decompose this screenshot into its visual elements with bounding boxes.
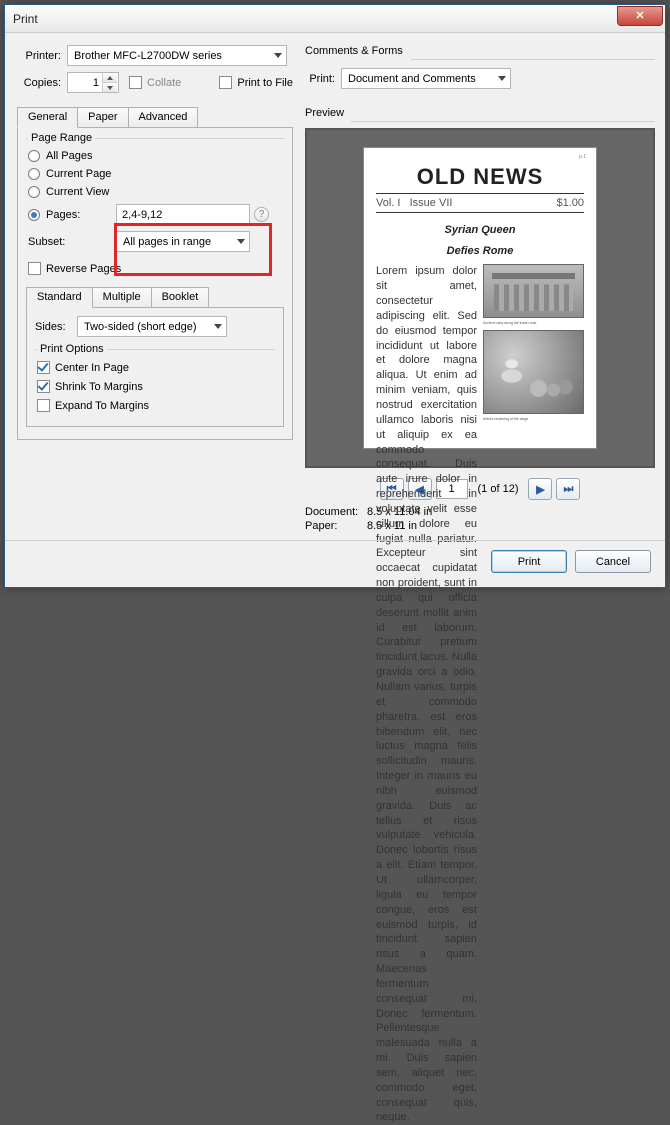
subset-select[interactable]: All pages in range bbox=[116, 231, 250, 252]
chevron-down-icon bbox=[498, 76, 506, 81]
preview-image-ruins bbox=[483, 264, 584, 318]
comments-forms-legend: Comments & Forms bbox=[305, 45, 655, 57]
cancel-button[interactable]: Cancel bbox=[575, 550, 651, 573]
center-in-page-checkbox[interactable]: Center In Page bbox=[37, 361, 129, 374]
printer-select-value: Brother MFC-L2700DW series bbox=[74, 50, 222, 62]
page-range-group: Page Range All Pages Current Page Curren… bbox=[26, 132, 284, 258]
radio-current-page[interactable]: Current Page bbox=[28, 168, 111, 180]
chevron-down-icon bbox=[237, 239, 245, 244]
radio-icon bbox=[28, 186, 40, 198]
collate-checkbox[interactable]: Collate bbox=[129, 76, 181, 89]
collate-label: Collate bbox=[147, 77, 181, 89]
reverse-pages-label: Reverse Pages bbox=[46, 263, 121, 275]
copies-up-button[interactable] bbox=[103, 73, 117, 83]
chevron-down-icon bbox=[107, 86, 113, 90]
checkbox-icon bbox=[28, 262, 41, 275]
print-to-file-checkbox[interactable]: Print to File bbox=[219, 76, 293, 89]
printer-select[interactable]: Brother MFC-L2700DW series bbox=[67, 45, 287, 66]
preview-area: p.1 OLD NEWS Vol. I Issue VII$1.00 Syria… bbox=[305, 128, 655, 468]
chevron-down-icon bbox=[214, 324, 222, 329]
tab-paper[interactable]: Paper bbox=[77, 107, 128, 127]
tab-multiple[interactable]: Multiple bbox=[92, 287, 152, 307]
sides-value: Two-sided (short edge) bbox=[84, 321, 197, 333]
subset-value: All pages in range bbox=[123, 236, 211, 248]
layout-tabs: Standard Multiple Booklet bbox=[26, 287, 284, 307]
radio-pages[interactable]: Pages: bbox=[28, 209, 116, 221]
reverse-pages-checkbox[interactable]: Reverse Pages bbox=[28, 262, 121, 275]
page-range-legend: Page Range bbox=[28, 132, 95, 144]
comments-print-select[interactable]: Document and Comments bbox=[341, 68, 511, 89]
preview-legend: Preview bbox=[305, 107, 655, 119]
preview-image-battle bbox=[483, 330, 584, 414]
tab-general[interactable]: General bbox=[17, 107, 78, 128]
radio-icon bbox=[28, 209, 40, 221]
print-dialog: Print ✕ Printer: Brother MFC-L2700DW ser… bbox=[4, 4, 666, 588]
checkbox-icon bbox=[219, 76, 232, 89]
preview-headline: Syrian Queen Defies Rome bbox=[376, 217, 584, 258]
window-title: Print bbox=[13, 12, 617, 26]
chevron-up-icon bbox=[107, 76, 113, 80]
printer-label: Printer: bbox=[17, 50, 61, 62]
copies-input[interactable] bbox=[68, 73, 102, 92]
standard-panel: Sides: Two-sided (short edge) Print Opti… bbox=[26, 307, 284, 427]
preview-page-number: p.1 bbox=[579, 154, 586, 160]
titlebar: Print ✕ bbox=[5, 5, 665, 33]
tab-booklet[interactable]: Booklet bbox=[151, 287, 210, 307]
tab-standard[interactable]: Standard bbox=[26, 287, 93, 308]
checkbox-icon bbox=[37, 380, 50, 393]
print-options-legend: Print Options bbox=[37, 343, 107, 355]
print-button[interactable]: Print bbox=[491, 550, 567, 573]
paper-size-label: Paper: bbox=[305, 520, 367, 532]
comments-print-label: Print: bbox=[305, 73, 335, 85]
close-button[interactable]: ✕ bbox=[617, 6, 663, 26]
copies-down-button[interactable] bbox=[103, 83, 117, 92]
help-icon[interactable]: ? bbox=[254, 207, 269, 222]
checkbox-icon bbox=[37, 399, 50, 412]
main-tabs: General Paper Advanced bbox=[17, 107, 293, 127]
copies-spinner[interactable] bbox=[67, 72, 119, 93]
general-panel: Page Range All Pages Current Page Curren… bbox=[17, 127, 293, 440]
tab-advanced[interactable]: Advanced bbox=[128, 107, 199, 127]
shrink-to-margins-checkbox[interactable]: Shrink To Margins bbox=[37, 380, 143, 393]
sides-label: Sides: bbox=[35, 321, 71, 333]
checkbox-icon bbox=[129, 76, 142, 89]
subset-label: Subset: bbox=[28, 236, 116, 248]
sides-select[interactable]: Two-sided (short edge) bbox=[77, 316, 227, 337]
radio-icon bbox=[28, 168, 40, 180]
radio-current-view[interactable]: Current View bbox=[28, 186, 109, 198]
radio-all-pages[interactable]: All Pages bbox=[28, 150, 92, 162]
copies-label: Copies: bbox=[17, 77, 61, 89]
checkbox-icon bbox=[37, 361, 50, 374]
radio-icon bbox=[28, 150, 40, 162]
expand-to-margins-checkbox[interactable]: Expand To Margins bbox=[37, 399, 149, 412]
preview-masthead: OLD NEWS bbox=[376, 164, 584, 190]
close-icon: ✕ bbox=[635, 10, 644, 22]
preview-page: p.1 OLD NEWS Vol. I Issue VII$1.00 Syria… bbox=[364, 148, 596, 448]
chevron-down-icon bbox=[274, 53, 282, 58]
comments-print-value: Document and Comments bbox=[348, 73, 476, 85]
pages-input[interactable] bbox=[116, 204, 250, 225]
print-options-group: Print Options Center In Page Shrink To M… bbox=[35, 343, 275, 414]
doc-size-label: Document: bbox=[305, 506, 367, 518]
print-to-file-label: Print to File bbox=[237, 77, 293, 89]
